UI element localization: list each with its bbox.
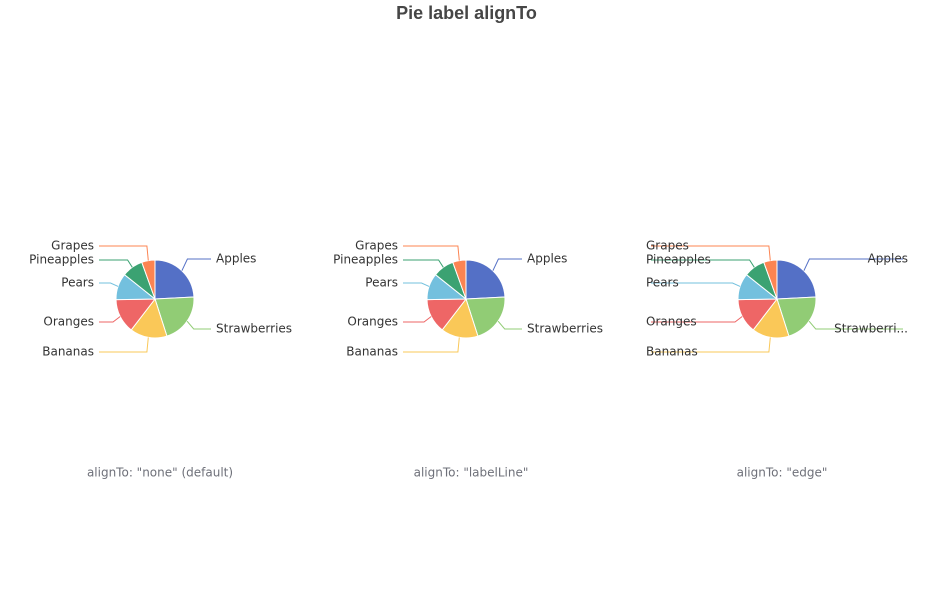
slice-label-pears: Pears — [646, 276, 679, 290]
slice-label-grapes: Grapes — [355, 239, 398, 253]
pie-chart-3: Apples Strawberri... Bananas Oranges Pears Pi… — [646, 239, 908, 480]
slice-label-apples: Apples — [527, 252, 567, 266]
pie-chart-2: Apples Strawberries Bananas Oranges Pears Pin… — [333, 239, 603, 480]
slice-label-grapes: Grapes — [51, 239, 94, 253]
pie-charts-canvas: Apples Strawberries Bananas Oranges Pears Pin… — [29, 239, 908, 480]
label-line-grapes — [99, 245, 149, 261]
label-line-pineapples — [403, 259, 444, 268]
label-line-oranges — [403, 316, 432, 323]
slice-label-oranges: Oranges — [347, 315, 398, 329]
slice-label-pears: Pears — [61, 276, 94, 290]
pie-chart-1: Apples Strawberries Bananas Oranges Pears Pin… — [29, 239, 292, 480]
pie-slice-apples — [154, 259, 195, 300]
label-line-strawberries — [497, 320, 522, 330]
slice-label-apples: Apples — [868, 252, 908, 266]
label-line-grapes — [403, 245, 460, 261]
pie-subtitle-2: alignTo: "labelLine" — [414, 466, 529, 480]
slice-label-grapes: Grapes — [646, 239, 689, 253]
slice-label-pineapples: Pineapples — [333, 253, 398, 267]
label-line-apples — [492, 258, 522, 271]
pie-slice-apples — [465, 259, 506, 300]
pie-subtitle-1: alignTo: "none" (default) — [87, 466, 233, 480]
slice-label-strawberries: Strawberries — [216, 322, 292, 336]
pie-subtitle-3: alignTo: "edge" — [737, 466, 828, 480]
slice-label-apples: Apples — [216, 252, 256, 266]
label-line-oranges — [99, 316, 121, 323]
label-line-pineapples — [99, 259, 133, 268]
slice-label-pineapples: Pineapples — [646, 253, 711, 267]
slice-label-bananas: Bananas — [42, 345, 94, 359]
slice-label-oranges: Oranges — [646, 315, 697, 329]
slice-label-strawberries: Strawberries — [527, 322, 603, 336]
slice-label-strawberries: Strawberri... — [834, 322, 908, 336]
pie-slice-apples — [776, 259, 817, 300]
label-line-bananas — [403, 337, 460, 353]
slice-label-pineapples: Pineapples — [29, 253, 94, 267]
slice-label-oranges: Oranges — [43, 315, 94, 329]
slice-label-bananas: Bananas — [346, 345, 398, 359]
label-line-bananas — [99, 337, 149, 353]
label-line-apples — [181, 258, 211, 271]
label-line-pears — [99, 282, 119, 287]
slice-label-pears: Pears — [365, 276, 398, 290]
label-line-pears — [403, 282, 430, 287]
slice-label-bananas: Bananas — [646, 345, 698, 359]
label-line-strawberries — [186, 320, 211, 330]
